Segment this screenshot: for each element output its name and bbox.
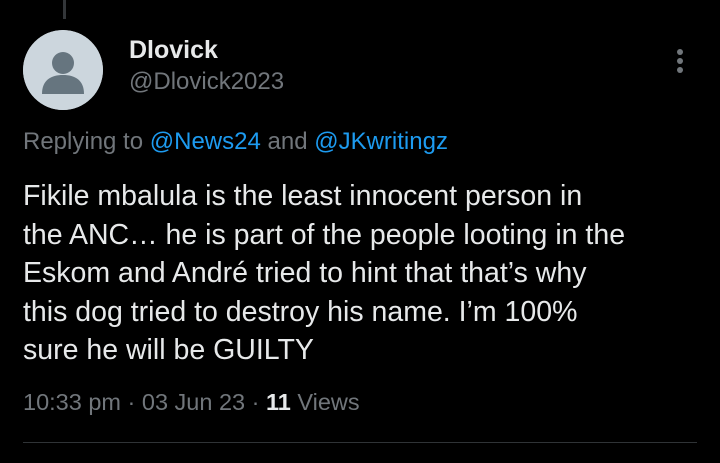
views-label: Views	[290, 389, 360, 415]
tweet-date[interactable]: 03 Jun 23	[142, 389, 245, 415]
author-display-name[interactable]: Dlovick	[129, 36, 218, 65]
replying-to-conjunction: and	[260, 128, 315, 155]
more-vertical-icon	[677, 49, 683, 73]
views-count: 11	[266, 389, 291, 415]
replying-to-prefix: Replying to	[23, 128, 150, 155]
author-handle[interactable]: @Dlovick2023	[129, 68, 284, 96]
tweet-time[interactable]: 10:33 pm	[23, 389, 121, 415]
default-person-avatar-icon	[23, 30, 103, 110]
mention-link-jkwritingz[interactable]: @JKwritingz	[314, 128, 448, 155]
meta-separator: ·	[120, 389, 142, 415]
mention-link-news24[interactable]: @News24	[150, 128, 261, 155]
more-options-button[interactable]	[664, 40, 696, 80]
divider	[23, 442, 697, 443]
tweet-text: Fikile mbalula is the least innocent per…	[23, 180, 626, 366]
thread-connector-line	[63, 0, 66, 19]
replying-to-line: Replying to @News24 and @JKwritingz	[23, 128, 448, 156]
meta-separator: ·	[245, 389, 266, 415]
avatar[interactable]	[23, 30, 103, 110]
tweet-meta: 10:33 pm · 03 Jun 23 · 11 Views	[23, 389, 360, 416]
